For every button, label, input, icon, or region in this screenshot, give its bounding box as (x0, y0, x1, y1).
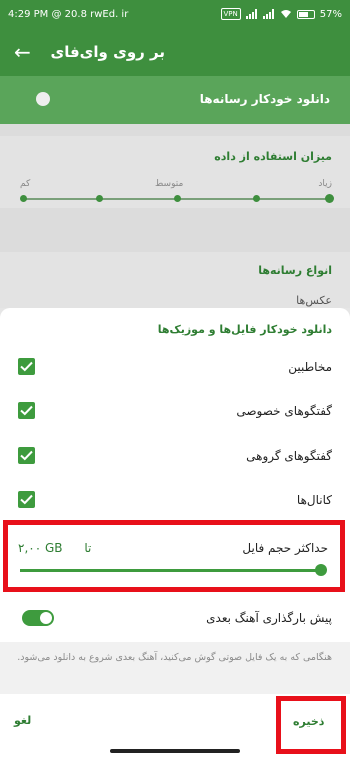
info-text: هنگامی که به یک فایل صوتی گوش می‌کنید، آ… (17, 652, 332, 663)
max-file-size-slider-thumb[interactable] (315, 564, 327, 576)
data-usage-title: میزان استفاده از داده (214, 150, 332, 163)
checkbox-checked-icon[interactable] (18, 447, 35, 464)
save-button-highlight: ذخیره (276, 696, 346, 754)
media-types-title: انواع رسانه‌ها (258, 264, 332, 277)
checkbox-label: مخاطبین (288, 360, 332, 374)
gesture-nav-bar[interactable] (110, 749, 240, 753)
vpn-icon: VPN (220, 8, 241, 20)
checkbox-row-contacts[interactable]: مخاطبین (0, 346, 350, 390)
usage-slider-dot[interactable] (96, 195, 103, 202)
save-button[interactable]: ذخیره (293, 715, 324, 728)
max-file-size-amount: ۲,۰۰ GB (18, 541, 63, 555)
battery-percent: 57% (319, 8, 342, 20)
media-types-card: انواع رسانه‌ها عکس‌ها (0, 252, 350, 308)
checkbox-row-private-chats[interactable]: گفتگوهای خصوصی (0, 390, 350, 434)
max-file-size-prefix: تا (84, 541, 92, 555)
checkbox-label: گفتگوهای خصوصی (236, 404, 332, 418)
battery-icon (296, 9, 315, 19)
max-file-size-value: ۲,۰۰ GB تا (18, 541, 91, 555)
max-file-size-section: ۲,۰۰ GB تا حداکثر حجم فایل (3, 520, 345, 592)
max-file-size-label: حداکثر حجم فایل (242, 541, 328, 555)
checkbox-row-channels[interactable]: کانال‌ها (0, 479, 350, 523)
auto-download-toggle-row[interactable]: دانلود خودکار رسانه‌ها (0, 76, 350, 124)
signal-icon-2 (262, 9, 275, 19)
app-bar: ← بر روی وای‌فای (0, 30, 350, 76)
usage-slider-thumb[interactable] (325, 194, 334, 203)
auto-download-switch[interactable] (36, 92, 50, 106)
dialog-title: دانلود خودکار فایل‌ها و موزیک‌ها (157, 323, 332, 336)
checkbox-label: گفتگوهای گروهی (246, 449, 332, 463)
usage-level-low: کم (20, 179, 31, 189)
checkbox-checked-icon[interactable] (18, 491, 35, 508)
checkbox-label: کانال‌ها (296, 493, 332, 507)
usage-level-medium: متوسط (155, 179, 184, 189)
auto-download-label: دانلود خودکار رسانه‌ها (199, 92, 330, 106)
checkbox-checked-icon[interactable] (18, 402, 35, 419)
checkbox-checked-icon[interactable] (18, 358, 35, 375)
status-left-text: @ 20.8 rwEd. ir (51, 9, 129, 20)
file-download-dialog: دانلود خودکار فایل‌ها و موزیک‌ها مخاطبین… (0, 308, 350, 758)
cancel-button[interactable]: لغو (14, 714, 31, 727)
wifi-icon (280, 10, 291, 18)
preload-switch[interactable] (22, 610, 54, 626)
usage-level-high: زیاد (318, 179, 332, 189)
preload-next-track-row[interactable]: پیش بارگذاری آهنگ بعدی (0, 600, 350, 640)
usage-slider-dot-medium[interactable] (174, 195, 181, 202)
status-bar: 4:29 PM @ 20.8 rwEd. ir VPN 57% (0, 0, 350, 30)
usage-slider-dot-low[interactable] (20, 195, 27, 202)
back-arrow-icon[interactable]: ← (14, 40, 31, 64)
usage-slider-dot[interactable] (253, 195, 260, 202)
info-box: هنگامی که به یک فایل صوتی گوش می‌کنید، آ… (0, 642, 350, 694)
status-time: 4:29 PM (8, 9, 49, 20)
preload-label: پیش بارگذاری آهنگ بعدی (206, 611, 332, 625)
media-type-photos[interactable]: عکس‌ها (296, 294, 332, 307)
checkbox-row-group-chats[interactable]: گفتگوهای گروهی (0, 435, 350, 479)
data-usage-card: میزان استفاده از داده کم متوسط زیاد (0, 136, 350, 208)
max-file-size-slider[interactable] (20, 569, 324, 572)
signal-icon (245, 9, 258, 19)
page-title: بر روی وای‌فای (50, 43, 165, 61)
